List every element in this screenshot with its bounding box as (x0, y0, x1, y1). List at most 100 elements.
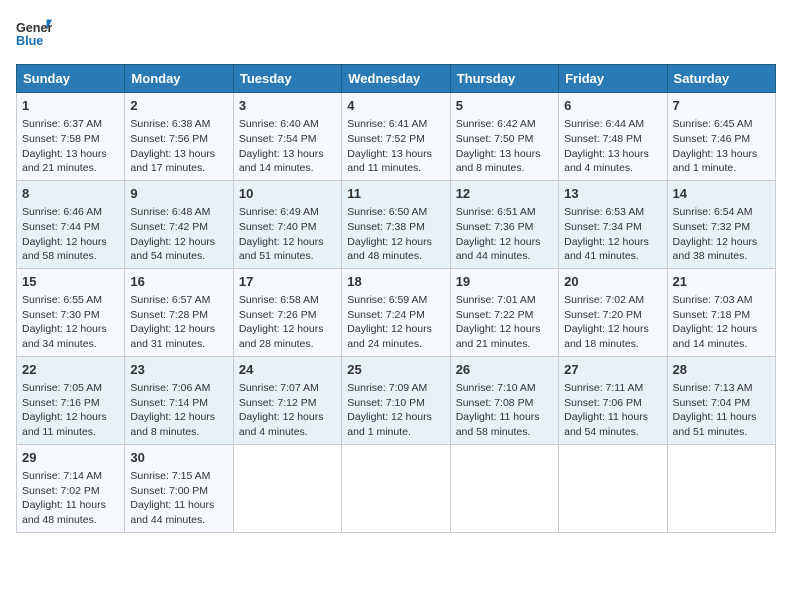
day-number: 20 (564, 273, 661, 291)
day-number: 12 (456, 185, 553, 203)
day-number: 3 (239, 97, 336, 115)
day-number: 13 (564, 185, 661, 203)
calendar-cell: 5 Sunrise: 6:42 AMSunset: 7:50 PMDaylight… (450, 93, 558, 181)
calendar-cell: 27 Sunrise: 7:11 AMSunset: 7:06 PMDayligh… (559, 356, 667, 444)
calendar-cell: 29 Sunrise: 7:14 AMSunset: 7:02 PMDayligh… (17, 444, 125, 532)
cell-info: Sunrise: 7:15 AMSunset: 7:00 PMDaylight:… (130, 469, 227, 528)
day-number: 5 (456, 97, 553, 115)
calendar-cell: 12 Sunrise: 6:51 AMSunset: 7:36 PMDayligh… (450, 180, 558, 268)
calendar-cell: 28 Sunrise: 7:13 AMSunset: 7:04 PMDayligh… (667, 356, 775, 444)
cell-info: Sunrise: 6:51 AMSunset: 7:36 PMDaylight:… (456, 205, 553, 264)
day-number: 27 (564, 361, 661, 379)
calendar-cell: 19 Sunrise: 7:01 AMSunset: 7:22 PMDayligh… (450, 268, 558, 356)
cell-info: Sunrise: 6:58 AMSunset: 7:26 PMDaylight:… (239, 293, 336, 352)
calendar-cell (667, 444, 775, 532)
svg-text:Blue: Blue (16, 34, 43, 48)
calendar-cell: 7 Sunrise: 6:45 AMSunset: 7:46 PMDaylight… (667, 93, 775, 181)
day-number: 22 (22, 361, 119, 379)
calendar-cell: 1 Sunrise: 6:37 AMSunset: 7:58 PMDaylight… (17, 93, 125, 181)
cell-info: Sunrise: 6:41 AMSunset: 7:52 PMDaylight:… (347, 117, 444, 176)
calendar-cell: 26 Sunrise: 7:10 AMSunset: 7:08 PMDayligh… (450, 356, 558, 444)
day-number: 14 (673, 185, 770, 203)
calendar-cell: 20Sunrise: 7:02 AMSunset: 7:20 PMDayligh… (559, 268, 667, 356)
page-header: General Blue (16, 16, 776, 52)
cell-info: Sunrise: 6:55 AMSunset: 7:30 PMDaylight:… (22, 293, 119, 352)
calendar-cell: 16 Sunrise: 6:57 AMSunset: 7:28 PMDayligh… (125, 268, 233, 356)
day-number: 1 (22, 97, 119, 115)
calendar-cell (342, 444, 450, 532)
day-number: 10 (239, 185, 336, 203)
day-number: 23 (130, 361, 227, 379)
calendar-table: SundayMondayTuesdayWednesdayThursdayFrid… (16, 64, 776, 533)
day-number: 2 (130, 97, 227, 115)
day-number: 18 (347, 273, 444, 291)
day-number: 25 (347, 361, 444, 379)
cell-info: Sunrise: 7:11 AMSunset: 7:06 PMDaylight:… (564, 381, 661, 440)
cell-info: Sunrise: 7:05 AMSunset: 7:16 PMDaylight:… (22, 381, 119, 440)
calendar-cell: 25 Sunrise: 7:09 AMSunset: 7:10 PMDayligh… (342, 356, 450, 444)
calendar-cell: 11 Sunrise: 6:50 AMSunset: 7:38 PMDayligh… (342, 180, 450, 268)
calendar-cell: 6Sunrise: 6:44 AMSunset: 7:48 PMDaylight… (559, 93, 667, 181)
cell-info: Sunrise: 6:50 AMSunset: 7:38 PMDaylight:… (347, 205, 444, 264)
cell-info: Sunrise: 7:03 AMSunset: 7:18 PMDaylight:… (673, 293, 770, 352)
calendar-cell: 9 Sunrise: 6:48 AMSunset: 7:42 PMDaylight… (125, 180, 233, 268)
calendar-cell: 23 Sunrise: 7:06 AMSunset: 7:14 PMDayligh… (125, 356, 233, 444)
day-number: 11 (347, 185, 444, 203)
cell-info: Sunrise: 6:46 AMSunset: 7:44 PMDaylight:… (22, 205, 119, 264)
day-number: 17 (239, 273, 336, 291)
calendar-cell: 13 Sunrise: 6:53 AMSunset: 7:34 PMDayligh… (559, 180, 667, 268)
cell-info: Sunrise: 6:54 AMSunset: 7:32 PMDaylight:… (673, 205, 770, 264)
calendar-cell: 21 Sunrise: 7:03 AMSunset: 7:18 PMDayligh… (667, 268, 775, 356)
day-number: 21 (673, 273, 770, 291)
day-number: 8 (22, 185, 119, 203)
cell-info: Sunrise: 7:01 AMSunset: 7:22 PMDaylight:… (456, 293, 553, 352)
calendar-cell (450, 444, 558, 532)
weekday-header-tuesday: Tuesday (233, 65, 341, 93)
cell-info: Sunrise: 6:42 AMSunset: 7:50 PMDaylight:… (456, 117, 553, 176)
day-number: 7 (673, 97, 770, 115)
weekday-header-thursday: Thursday (450, 65, 558, 93)
calendar-cell: 30 Sunrise: 7:15 AMSunset: 7:00 PMDayligh… (125, 444, 233, 532)
day-number: 29 (22, 449, 119, 467)
cell-info: Sunrise: 6:48 AMSunset: 7:42 PMDaylight:… (130, 205, 227, 264)
calendar-cell: 18 Sunrise: 6:59 AMSunset: 7:24 PMDayligh… (342, 268, 450, 356)
cell-info: Sunrise: 6:49 AMSunset: 7:40 PMDaylight:… (239, 205, 336, 264)
day-number: 30 (130, 449, 227, 467)
cell-info: Sunrise: 7:07 AMSunset: 7:12 PMDaylight:… (239, 381, 336, 440)
logo-icon: General Blue (16, 16, 52, 52)
cell-info: Sunrise: 6:44 AMSunset: 7:48 PMDaylight:… (564, 117, 661, 176)
day-number: 9 (130, 185, 227, 203)
calendar-cell: 3 Sunrise: 6:40 AMSunset: 7:54 PMDaylight… (233, 93, 341, 181)
day-number: 19 (456, 273, 553, 291)
cell-info: Sunrise: 6:59 AMSunset: 7:24 PMDaylight:… (347, 293, 444, 352)
cell-info: Sunrise: 7:09 AMSunset: 7:10 PMDaylight:… (347, 381, 444, 440)
cell-info: Sunrise: 6:53 AMSunset: 7:34 PMDaylight:… (564, 205, 661, 264)
day-number: 15 (22, 273, 119, 291)
calendar-cell: 4 Sunrise: 6:41 AMSunset: 7:52 PMDaylight… (342, 93, 450, 181)
cell-info: Sunrise: 6:57 AMSunset: 7:28 PMDaylight:… (130, 293, 227, 352)
calendar-cell (233, 444, 341, 532)
calendar-cell: 24 Sunrise: 7:07 AMSunset: 7:12 PMDayligh… (233, 356, 341, 444)
cell-info: Sunrise: 6:37 AMSunset: 7:58 PMDaylight:… (22, 117, 119, 176)
cell-info: Sunrise: 6:40 AMSunset: 7:54 PMDaylight:… (239, 117, 336, 176)
day-number: 24 (239, 361, 336, 379)
weekday-header-wednesday: Wednesday (342, 65, 450, 93)
cell-info: Sunrise: 7:14 AMSunset: 7:02 PMDaylight:… (22, 469, 119, 528)
cell-info: Sunrise: 7:06 AMSunset: 7:14 PMDaylight:… (130, 381, 227, 440)
calendar-cell: 22 Sunrise: 7:05 AMSunset: 7:16 PMDayligh… (17, 356, 125, 444)
calendar-cell: 8 Sunrise: 6:46 AMSunset: 7:44 PMDaylight… (17, 180, 125, 268)
day-number: 28 (673, 361, 770, 379)
weekday-header-sunday: Sunday (17, 65, 125, 93)
calendar-cell: 14 Sunrise: 6:54 AMSunset: 7:32 PMDayligh… (667, 180, 775, 268)
day-number: 4 (347, 97, 444, 115)
day-number: 26 (456, 361, 553, 379)
calendar-cell: 2 Sunrise: 6:38 AMSunset: 7:56 PMDaylight… (125, 93, 233, 181)
day-number: 16 (130, 273, 227, 291)
cell-info: Sunrise: 7:13 AMSunset: 7:04 PMDaylight:… (673, 381, 770, 440)
calendar-cell: 10 Sunrise: 6:49 AMSunset: 7:40 PMDayligh… (233, 180, 341, 268)
calendar-cell: 17 Sunrise: 6:58 AMSunset: 7:26 PMDayligh… (233, 268, 341, 356)
calendar-cell: 15 Sunrise: 6:55 AMSunset: 7:30 PMDayligh… (17, 268, 125, 356)
cell-info: Sunrise: 7:10 AMSunset: 7:08 PMDaylight:… (456, 381, 553, 440)
cell-info: Sunrise: 6:45 AMSunset: 7:46 PMDaylight:… (673, 117, 770, 176)
cell-info: Sunrise: 6:38 AMSunset: 7:56 PMDaylight:… (130, 117, 227, 176)
